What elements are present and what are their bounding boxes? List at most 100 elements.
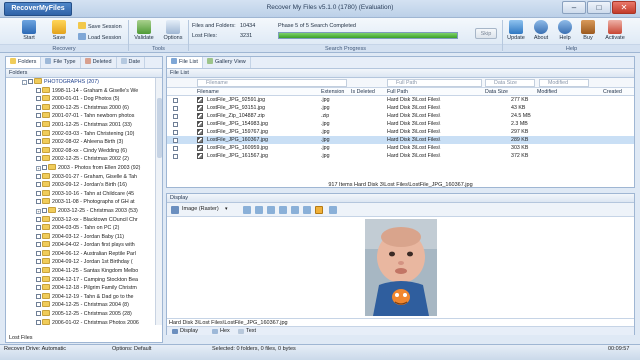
tab-text[interactable]: Text: [237, 327, 256, 336]
scroll-thumb[interactable]: [157, 98, 162, 158]
tab-display[interactable]: Display: [171, 327, 198, 336]
filename-filter[interactable]: Filename: [197, 79, 347, 87]
col-created[interactable]: Created: [603, 88, 622, 96]
table-row[interactable]: LostFile_JPG_93151.jpg .jpg Hard Disk 3\Lo…: [167, 104, 634, 112]
tree-item[interactable]: 2004-12-19 - Tahn & Dad go to the: [6, 292, 154, 302]
tree-checkbox[interactable]: [36, 311, 41, 317]
tree-checkbox[interactable]: [36, 173, 41, 179]
tree-checkbox[interactable]: [36, 121, 41, 127]
buy-button[interactable]: Buy: [578, 20, 598, 46]
minimize-button[interactable]: –: [562, 1, 586, 14]
validate-button[interactable]: Validate: [130, 20, 158, 46]
tree-item[interactable]: +2003 - Photos from Ellen 2003 (92): [6, 163, 154, 173]
actual-size-icon[interactable]: [315, 206, 323, 214]
close-button[interactable]: ✕: [612, 1, 636, 14]
options-button[interactable]: Options: [160, 20, 186, 46]
tree-checkbox[interactable]: [36, 302, 41, 308]
tree-checkbox[interactable]: [42, 164, 47, 170]
tree-checkbox[interactable]: [36, 182, 41, 188]
tab-file-list[interactable]: File List: [167, 57, 203, 68]
full-path-filter[interactable]: Full Path: [387, 79, 482, 87]
row-checkbox[interactable]: [173, 97, 178, 103]
tree-item[interactable]: 2002-08-02 - Ahleena Birth (3): [6, 138, 154, 147]
row-checkbox[interactable]: [173, 129, 178, 135]
display-mode-select[interactable]: Image (Raster): [182, 206, 219, 212]
tree-item[interactable]: 1998-11-14 - Graham & Giselle's We: [6, 86, 154, 96]
save-button[interactable]: Save: [48, 20, 70, 46]
tree-checkbox[interactable]: [36, 104, 41, 110]
tree-item[interactable]: 2004-04-02 - Jordan first plays with: [6, 241, 154, 250]
save-session-button[interactable]: Save Session: [78, 22, 122, 32]
tree-item[interactable]: 2004-12-25 - Christmas 2004 (8): [6, 301, 154, 310]
tree-checkbox[interactable]: [36, 293, 41, 299]
table-row[interactable]: LostFile_JPG_161567.jpg .jpg Hard Disk 3\L…: [167, 152, 634, 160]
tree-checkbox[interactable]: [36, 96, 41, 102]
tree-checkbox[interactable]: [36, 276, 41, 282]
chevron-down-icon[interactable]: ▾: [225, 206, 228, 212]
start-button[interactable]: Start: [18, 20, 40, 46]
tree-checkbox[interactable]: [36, 190, 41, 196]
tree-checkbox[interactable]: [36, 268, 41, 274]
tab-hex[interactable]: Hex: [211, 327, 230, 336]
update-button[interactable]: Update: [505, 20, 527, 46]
tree-checkbox[interactable]: [36, 319, 41, 325]
tree-item[interactable]: 2002-03-03 - Tahn Christening (10): [6, 129, 154, 139]
zoom-out-icon[interactable]: [291, 206, 299, 214]
maximize-button[interactable]: □: [587, 1, 611, 14]
about-button[interactable]: About: [530, 20, 552, 46]
tree-item[interactable]: 2003-10-16 - Tahn at Childcare (45: [6, 189, 154, 199]
row-checkbox[interactable]: [173, 153, 178, 159]
col-modified[interactable]: Modified: [537, 88, 557, 96]
rotate-left-icon[interactable]: [243, 206, 251, 214]
flip-icon[interactable]: [267, 206, 275, 214]
load-session-button[interactable]: Load Session: [78, 33, 121, 43]
table-row[interactable]: LostFile_JPG_159767.jpg .jpg Hard Disk 3\L…: [167, 128, 634, 136]
row-checkbox[interactable]: [173, 113, 178, 119]
table-row[interactable]: LostFile_JPG_160367.jpg .jpg Hard Disk 3\L…: [167, 136, 634, 144]
tree-item[interactable]: 2000-12-25 - Christmas 2000 (6): [6, 103, 154, 113]
col-full-path[interactable]: Full Path: [387, 88, 408, 96]
expand-icon[interactable]: +: [36, 208, 41, 214]
table-row[interactable]: LostFile_JPG_92591.jpg .jpg Hard Disk 3\Lo…: [167, 96, 634, 104]
tree-item[interactable]: 2004-03-12 - Jordan Baby (11): [6, 232, 154, 242]
tab-folders[interactable]: Folders: [6, 57, 42, 68]
table-row[interactable]: LostFile_JPG_160959.jpg .jpg Hard Disk 3\L…: [167, 144, 634, 152]
tree-checkbox[interactable]: [36, 139, 41, 145]
help-button[interactable]: Help: [555, 20, 575, 46]
data-size-filter[interactable]: Data Size: [485, 79, 535, 87]
tree-scrollbar[interactable]: [155, 78, 162, 325]
tab-date[interactable]: Date: [117, 57, 146, 68]
tree-item[interactable]: - PHOTOGRAPHS (207): [6, 78, 154, 87]
tree-item[interactable]: 2004-09-12 - Jordan 1st Birthday (: [6, 258, 154, 267]
skip-button[interactable]: Skip: [475, 28, 497, 39]
col-extension[interactable]: Extension: [321, 88, 344, 96]
tree-checkbox[interactable]: [36, 156, 41, 162]
tree-item[interactable]: 2002-12-25 - Christmas 2002 (2): [6, 155, 154, 164]
tree-item[interactable]: 2005-12-25 - Christmas 2005 (28): [6, 310, 154, 319]
tree-item[interactable]: +2003-12-25 - Christmas 2003 (53): [6, 206, 154, 216]
tree-checkbox[interactable]: [36, 113, 41, 119]
tree-checkbox[interactable]: [28, 79, 33, 84]
tree-checkbox[interactable]: [36, 225, 41, 231]
tree-item[interactable]: 2006-01-02 - Christmas Photos 2006: [6, 318, 154, 325]
tab-gallery-view[interactable]: Gallery View: [203, 57, 251, 68]
zoom-in-icon[interactable]: [279, 206, 287, 214]
table-row[interactable]: LostFile_Zip_104887.zip .zip Hard Disk 3\L…: [167, 112, 634, 120]
tree-item[interactable]: 2002-08-xx - Cindy Wedding (6): [6, 146, 154, 156]
tree-item[interactable]: 2003-12-xx - Blacktown COuncil Chr: [6, 215, 154, 225]
tree-checkbox[interactable]: [36, 259, 41, 265]
tree-item[interactable]: 2004-11-25 - Santas Kingdom Melbo: [6, 267, 154, 276]
tree-item[interactable]: 2003-09-12 - Jordan's Birth (16): [6, 181, 154, 190]
tree-item[interactable]: 2003-11-08 - Photographs of GH at: [6, 198, 154, 207]
fit-icon[interactable]: [303, 206, 311, 214]
tree-checkbox[interactable]: [36, 250, 41, 256]
activate-button[interactable]: Activate: [601, 20, 629, 46]
tree-item[interactable]: 2004-12-17 - Camping Stockton Bea: [6, 275, 154, 285]
tree-checkbox[interactable]: [42, 207, 47, 213]
tree-checkbox[interactable]: [36, 87, 41, 93]
col-filename[interactable]: Filename: [197, 88, 219, 96]
row-checkbox[interactable]: [173, 145, 178, 151]
tab-deleted[interactable]: Deleted: [81, 57, 117, 68]
rotate-right-icon[interactable]: [255, 206, 263, 214]
tree-checkbox[interactable]: [36, 130, 41, 136]
